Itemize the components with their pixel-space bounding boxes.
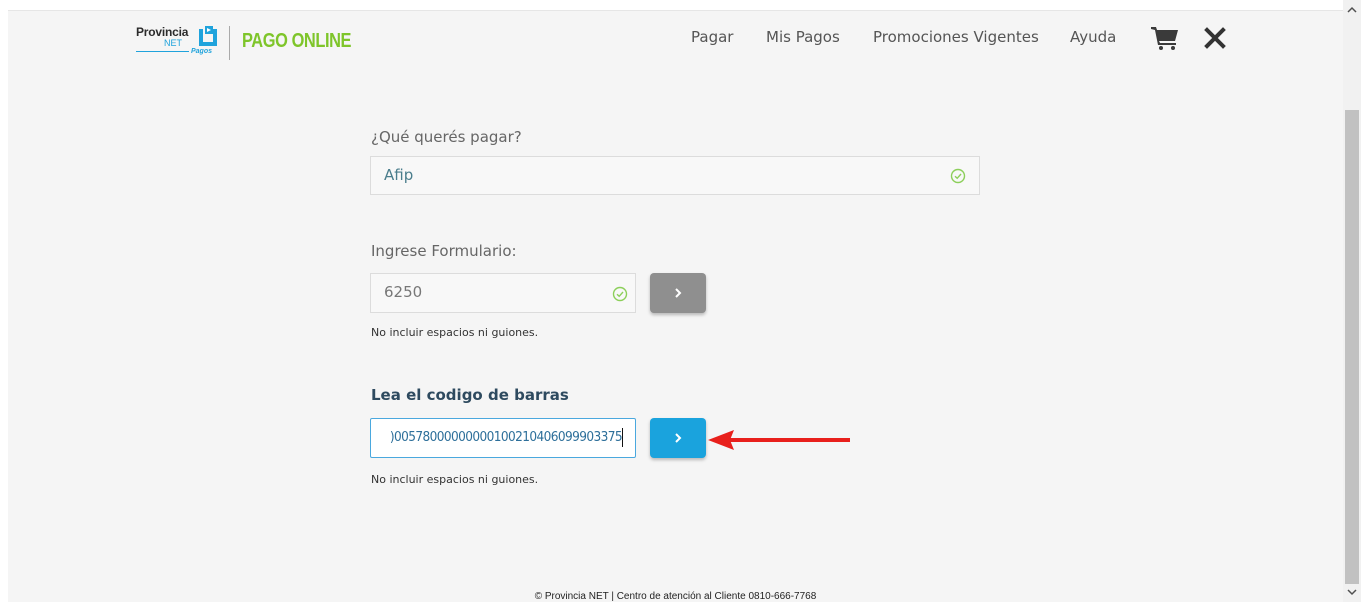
- formulario-submit-button[interactable]: [650, 273, 706, 313]
- footer-text: © Provincia NET | Centro de atención al …: [534, 591, 817, 602]
- barcode-hint: No incluir espacios ni guiones.: [371, 473, 539, 486]
- logo-provincia-text: Provincia: [136, 25, 189, 39]
- what-to-pay-label: ¿Qué querés pagar?: [371, 128, 522, 146]
- provincia-logo-icon: [199, 26, 217, 46]
- vertical-scrollbar[interactable]: [1343, 0, 1361, 602]
- logo-underline: [136, 51, 189, 52]
- cart-icon[interactable]: [1151, 26, 1179, 50]
- scroll-up-arrow-icon[interactable]: [1347, 6, 1357, 14]
- what-to-pay-value: Afip: [384, 166, 414, 184]
- check-circle-icon: [950, 168, 966, 184]
- formulario-value: 6250: [384, 283, 423, 301]
- close-icon[interactable]: [1204, 27, 1226, 49]
- what-to-pay-field[interactable]: Afip: [370, 156, 980, 195]
- scroll-down-arrow-icon[interactable]: [1347, 588, 1357, 596]
- barcode-value: )00578000000000100210406099903375: [389, 429, 623, 445]
- logo-net-text: NET: [164, 38, 182, 48]
- text-caret: [622, 428, 623, 447]
- chevron-right-icon: [675, 288, 682, 298]
- formulario-label: Ingrese Formulario:: [371, 242, 517, 260]
- scrollbar-thumb[interactable]: [1345, 110, 1359, 584]
- browser-viewport: Provincia NET Pagos PAGO ONLINE Pagar Mi…: [0, 0, 1361, 602]
- logo-divider: [229, 26, 230, 60]
- nav-promociones-vigentes[interactable]: Promociones Vigentes: [873, 28, 1039, 52]
- barcode-input[interactable]: )00578000000000100210406099903375: [370, 418, 636, 458]
- pago-online-title: PAGO ONLINE: [242, 30, 352, 52]
- formulario-hint: No incluir espacios ni guiones.: [371, 326, 539, 339]
- chevron-right-icon: [675, 433, 682, 443]
- nav-mis-pagos[interactable]: Mis Pagos: [766, 28, 840, 52]
- provincia-net-logo[interactable]: Provincia NET Pagos: [136, 25, 231, 61]
- page: Provincia NET Pagos PAGO ONLINE Pagar Mi…: [8, 10, 1343, 602]
- formulario-field[interactable]: 6250: [370, 273, 636, 313]
- barcode-heading: Lea el codigo de barras: [371, 386, 569, 404]
- logo-pagos-text: Pagos: [191, 48, 213, 55]
- red-arrow-annotation-icon: [708, 430, 850, 450]
- nav-ayuda[interactable]: Ayuda: [1070, 28, 1116, 52]
- check-circle-icon: [612, 286, 628, 302]
- barcode-submit-button[interactable]: [650, 418, 706, 458]
- nav-pagar[interactable]: Pagar: [691, 28, 733, 52]
